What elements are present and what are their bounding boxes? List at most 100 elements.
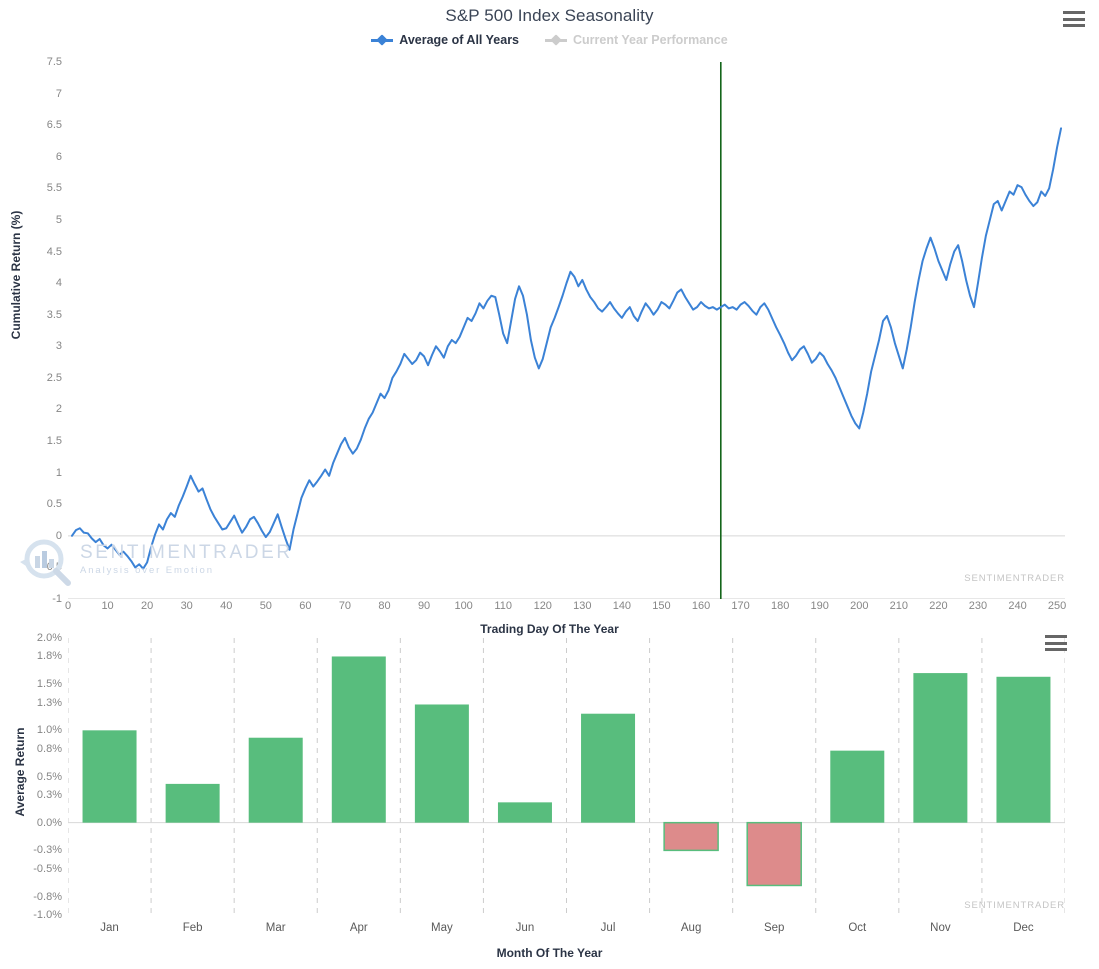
bar-chart-svg xyxy=(68,638,1065,915)
credit-label-bottom: SENTIMENTRADER xyxy=(964,900,1065,911)
x-axis-tick-label: 80 xyxy=(378,600,391,612)
x-axis-tick-label: 230 xyxy=(968,600,988,612)
legend-item-current-year-performance[interactable]: Current Year Performance xyxy=(545,33,728,47)
x-axis-tick-label: 100 xyxy=(454,600,473,612)
bar-chart-menu-button[interactable] xyxy=(1045,635,1067,651)
bar-rect[interactable] xyxy=(581,713,636,823)
hamburger-bar xyxy=(1045,648,1067,651)
x-axis-month-label: Nov xyxy=(930,922,951,934)
legend-label: Current Year Performance xyxy=(573,33,728,47)
y-axis-tick-label: -0.8% xyxy=(33,890,62,903)
bar-rect[interactable] xyxy=(414,704,469,823)
y-axis-tick-label: -1 xyxy=(52,593,62,605)
bar-chart-y-axis: 2.0% 1.8% 1.5% 1.3% 1.0% 0.8% 0.5% 0.3% 0.0% -0.3… xyxy=(0,632,68,921)
legend-marker-icon xyxy=(371,35,394,45)
x-axis-tick-label: 40 xyxy=(220,600,233,612)
y-axis-tick-label: -0.5 xyxy=(43,561,62,574)
x-axis-tick-label: 10 xyxy=(101,600,114,612)
x-axis-tick-label: 50 xyxy=(259,600,272,612)
bar-rect[interactable] xyxy=(497,802,552,823)
y-axis-tick-label: 1.5% xyxy=(36,678,62,691)
bar-feb[interactable] xyxy=(165,783,220,823)
x-axis-tick-label: 150 xyxy=(652,600,671,612)
y-axis-tick-label: 2.0% xyxy=(36,632,62,644)
line-chart-x-axis: 0 10 20 30 40 50 60 70 80 90 100 110 120 130 140 150 160… xyxy=(64,600,1067,618)
bar-jun[interactable] xyxy=(497,802,552,823)
y-axis-tick-label: 2 xyxy=(55,403,62,416)
x-axis-tick-label: 20 xyxy=(141,600,154,612)
bar-chart-x-axis: Jan Feb Mar Apr May Jun Jul Aug Sep Oct Nov Dec xyxy=(68,922,1065,940)
bar-rect[interactable] xyxy=(82,730,137,823)
bar-aug[interactable] xyxy=(663,821,719,852)
bar-rect[interactable] xyxy=(248,737,303,823)
y-axis-tick-label: 1.5 xyxy=(46,435,62,448)
bar-may[interactable] xyxy=(414,704,469,823)
x-axis-tick-label: 210 xyxy=(889,600,909,612)
x-axis-month-label: Dec xyxy=(1013,922,1034,934)
legend-item-average-of-all-years[interactable]: Average of All Years xyxy=(371,33,519,47)
hamburger-bar xyxy=(1063,24,1085,27)
hamburger-bar xyxy=(1045,641,1067,645)
x-axis-tick-label: 110 xyxy=(494,600,512,612)
x-axis-month-label: May xyxy=(431,922,453,934)
chart-legend: Average of All Years Current Year Perfor… xyxy=(0,33,1099,47)
x-axis-tick-label: 120 xyxy=(533,600,552,612)
x-axis-month-label: Sep xyxy=(763,922,785,934)
seasonality-chart-page: S&P 500 Index Seasonality Average of All… xyxy=(0,0,1099,969)
x-axis-tick-label: 30 xyxy=(180,600,193,612)
bar-sep[interactable] xyxy=(746,821,802,887)
line-chart-svg xyxy=(68,62,1065,599)
x-axis-month-label: Aug xyxy=(680,922,702,934)
hamburger-bar xyxy=(1045,635,1067,638)
y-axis-tick-label: 0 xyxy=(55,529,62,542)
bar-dec[interactable] xyxy=(996,676,1051,823)
x-axis-tick-label: 250 xyxy=(1047,600,1067,612)
bar-rect[interactable] xyxy=(830,750,885,823)
x-axis-month-label: Jan xyxy=(100,922,119,934)
bar-rect[interactable] xyxy=(746,821,802,887)
credit-label-top: SENTIMENTRADER xyxy=(964,573,1065,584)
bar-chart-x-axis-title: Month Of The Year xyxy=(496,946,603,960)
bar-jan[interactable] xyxy=(82,730,137,823)
x-axis-tick-label: 190 xyxy=(810,600,829,612)
bar-mar[interactable] xyxy=(248,737,303,823)
y-axis-tick-label: 1.8% xyxy=(36,650,62,663)
line-chart-y-axis-title: Cumulative Return (%) xyxy=(9,210,23,340)
hamburger-bar xyxy=(1063,11,1085,14)
x-axis-tick-label: 180 xyxy=(770,600,790,612)
bar-rect[interactable] xyxy=(331,656,386,823)
x-axis-month-label: Apr xyxy=(349,922,368,934)
y-axis-tick-label: 7.5 xyxy=(46,56,62,68)
y-axis-tick-label: -1.0% xyxy=(33,909,62,921)
monthly-average-return-bar-chart-panel: 2.0% 1.8% 1.5% 1.3% 1.0% 0.8% 0.5% 0.3% 0.0% -0.3… xyxy=(0,630,1099,969)
bar-rect[interactable] xyxy=(913,673,968,823)
bar-apr[interactable] xyxy=(331,656,386,823)
bar-nov[interactable] xyxy=(913,673,968,823)
y-axis-tick-label: 1 xyxy=(55,466,62,479)
x-axis-tick-label: 240 xyxy=(1008,600,1027,612)
series-line-average-of-all-years xyxy=(70,127,1063,570)
x-axis-month-label: Mar xyxy=(265,922,286,934)
cumulative-return-line-chart-panel: S&P 500 Index Seasonality Average of All… xyxy=(0,0,1099,645)
y-axis-tick-label: 0.5 xyxy=(46,498,62,511)
bar-rect[interactable] xyxy=(165,783,220,823)
bar-chart-plot-area xyxy=(68,638,1065,915)
page-title: S&P 500 Index Seasonality xyxy=(445,6,654,25)
x-axis-tick-label: 0 xyxy=(64,600,72,612)
bar-oct[interactable] xyxy=(830,750,885,823)
x-axis-tick-label: 60 xyxy=(299,600,312,612)
x-axis-tick-label: 140 xyxy=(612,600,632,612)
x-axis-tick-label: 130 xyxy=(573,600,592,612)
y-axis-tick-label: -0.5% xyxy=(33,862,62,875)
bar-rect[interactable] xyxy=(996,676,1051,823)
chart-menu-button[interactable] xyxy=(1063,11,1085,27)
x-axis-tick-label: 90 xyxy=(417,600,431,612)
legend-marker-icon xyxy=(545,35,568,45)
bar-rect[interactable] xyxy=(663,821,719,852)
x-axis-tick-label: 170 xyxy=(731,600,750,612)
x-axis-month-label: Jul xyxy=(600,922,616,934)
bar-chart-y-axis-title: Average Return xyxy=(13,727,27,817)
y-axis-tick-label: 6.5 xyxy=(46,119,62,132)
legend-label: Average of All Years xyxy=(399,33,520,47)
bar-jul[interactable] xyxy=(581,713,636,823)
